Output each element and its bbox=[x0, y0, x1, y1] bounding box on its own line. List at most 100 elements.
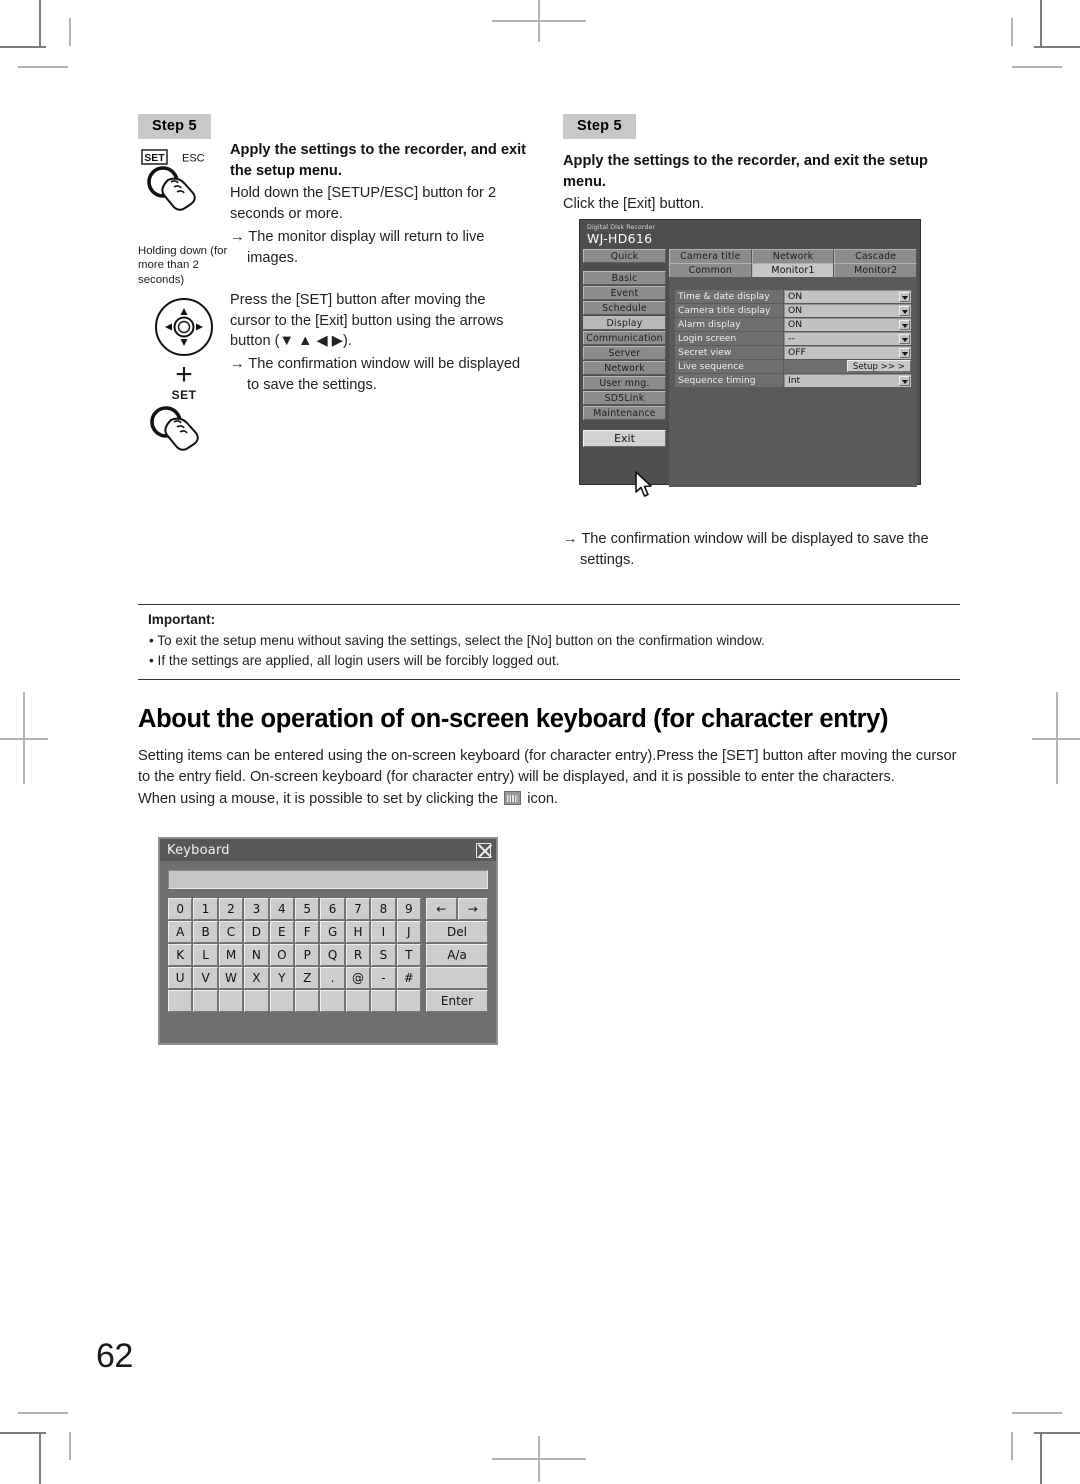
key-blank-8[interactable] bbox=[345, 990, 371, 1012]
setting-row-secret-view: Secret view OFF bbox=[675, 346, 911, 359]
key-3[interactable]: 3 bbox=[244, 898, 269, 920]
chevron-down-icon[interactable] bbox=[899, 376, 910, 386]
keyboard-function-keys: ← → Del A/a Enter bbox=[426, 898, 488, 1012]
key-2[interactable]: 2 bbox=[218, 898, 244, 920]
key-del[interactable]: Del bbox=[426, 921, 488, 943]
key-space[interactable] bbox=[426, 967, 488, 989]
key-d[interactable]: D bbox=[244, 921, 269, 943]
key-4[interactable]: 4 bbox=[269, 898, 294, 920]
key-hash[interactable]: # bbox=[396, 967, 421, 989]
key-blank-2[interactable] bbox=[193, 990, 218, 1012]
setting-dropdown-secret-view[interactable]: OFF bbox=[784, 346, 911, 359]
key-blank-10[interactable] bbox=[396, 990, 421, 1012]
key-hyphen[interactable]: - bbox=[371, 967, 396, 989]
close-icon[interactable] bbox=[476, 842, 491, 858]
key-c[interactable]: C bbox=[218, 921, 244, 943]
setting-dropdown-sequence-timing[interactable]: Int bbox=[784, 374, 911, 387]
key-7[interactable]: 7 bbox=[345, 898, 371, 920]
key-5[interactable]: 5 bbox=[294, 898, 320, 920]
setting-value: -- bbox=[788, 333, 795, 344]
key-a[interactable]: A bbox=[168, 921, 193, 943]
key-8[interactable]: 8 bbox=[371, 898, 396, 920]
key-b[interactable]: B bbox=[193, 921, 218, 943]
tab-monitor2[interactable]: Monitor2 bbox=[834, 263, 918, 277]
key-x[interactable]: X bbox=[244, 967, 269, 989]
key-f[interactable]: F bbox=[294, 921, 320, 943]
key-period[interactable]: . bbox=[320, 967, 345, 989]
left-arrow-icon[interactable]: ← bbox=[426, 898, 457, 920]
tab-common[interactable]: Common bbox=[669, 263, 752, 277]
crop-mark-br-v2 bbox=[1011, 1432, 1013, 1460]
exit-button[interactable]: Exit bbox=[583, 430, 666, 447]
setting-value: ON bbox=[788, 319, 803, 330]
key-w[interactable]: W bbox=[218, 967, 244, 989]
key-enter[interactable]: Enter bbox=[426, 990, 488, 1012]
key-blank-9[interactable] bbox=[371, 990, 396, 1012]
key-k[interactable]: K bbox=[168, 944, 193, 966]
key-p[interactable]: P bbox=[294, 944, 320, 966]
key-g[interactable]: G bbox=[320, 921, 345, 943]
setting-row-sequence-timing: Sequence timing Int bbox=[675, 374, 911, 387]
key-l[interactable]: L bbox=[193, 944, 218, 966]
important-list: • To exit the setup menu without saving … bbox=[138, 631, 960, 672]
crop-mark-bottom-center-h bbox=[492, 1458, 586, 1460]
key-blank-3[interactable] bbox=[218, 990, 244, 1012]
key-6[interactable]: 6 bbox=[320, 898, 345, 920]
sidebar-item-communication[interactable]: Communication bbox=[583, 331, 666, 345]
key-blank-1[interactable] bbox=[168, 990, 193, 1012]
key-i[interactable]: I bbox=[371, 921, 396, 943]
key-u[interactable]: U bbox=[168, 967, 193, 989]
sidebar-item-display[interactable]: Display bbox=[583, 316, 666, 330]
key-q[interactable]: Q bbox=[320, 944, 345, 966]
key-y[interactable]: Y bbox=[269, 967, 294, 989]
keyboard-text-input[interactable] bbox=[168, 870, 488, 889]
sidebar-item-sd5link[interactable]: SD5Link bbox=[583, 391, 666, 405]
key-0[interactable]: 0 bbox=[168, 898, 193, 920]
chevron-down-icon[interactable] bbox=[899, 292, 910, 302]
sidebar-item-maintenance[interactable]: Maintenance bbox=[583, 406, 666, 420]
key-blank-6[interactable] bbox=[294, 990, 320, 1012]
key-case-toggle[interactable]: A/a bbox=[426, 944, 488, 966]
key-m[interactable]: M bbox=[218, 944, 244, 966]
key-t[interactable]: T bbox=[396, 944, 421, 966]
key-h[interactable]: H bbox=[345, 921, 371, 943]
tab-camera-title[interactable]: Camera title bbox=[669, 249, 752, 263]
sidebar-item-quick[interactable]: Quick bbox=[583, 249, 666, 263]
keyboard-icon[interactable] bbox=[504, 790, 522, 805]
key-s[interactable]: S bbox=[371, 944, 396, 966]
crop-mark-tl-h bbox=[0, 46, 46, 48]
setting-dropdown-login-screen[interactable]: -- bbox=[784, 332, 911, 345]
right-arrow-icon[interactable]: → bbox=[457, 898, 488, 920]
sidebar-item-schedule[interactable]: Schedule bbox=[583, 301, 666, 315]
sidebar-item-basic[interactable]: Basic bbox=[583, 271, 666, 285]
chevron-down-icon[interactable] bbox=[899, 306, 910, 316]
key-j[interactable]: J bbox=[396, 921, 421, 943]
chevron-down-icon[interactable] bbox=[899, 348, 910, 358]
sidebar-item-event[interactable]: Event bbox=[583, 286, 666, 300]
live-sequence-setup-button[interactable]: Setup >> > bbox=[846, 360, 911, 372]
key-blank-7[interactable] bbox=[320, 990, 345, 1012]
key-at[interactable]: @ bbox=[345, 967, 371, 989]
key-o[interactable]: O bbox=[269, 944, 294, 966]
tab-monitor1[interactable]: Monitor1 bbox=[751, 263, 835, 277]
chevron-down-icon[interactable] bbox=[899, 334, 910, 344]
sidebar-item-network[interactable]: Network bbox=[583, 361, 666, 375]
sidebar-item-server[interactable]: Server bbox=[583, 346, 666, 360]
key-blank-4[interactable] bbox=[244, 990, 269, 1012]
setting-dropdown-alarm-display[interactable]: ON bbox=[784, 318, 911, 331]
tab-network[interactable]: Network bbox=[751, 249, 835, 263]
setting-dropdown-camera-title-display[interactable]: ON bbox=[784, 304, 911, 317]
sidebar-item-user-mng[interactable]: User mng. bbox=[583, 376, 666, 390]
key-v[interactable]: V bbox=[193, 967, 218, 989]
key-n[interactable]: N bbox=[244, 944, 269, 966]
recorder-header: Digital Disk Recorder WJ-HD616 bbox=[580, 220, 920, 249]
key-r[interactable]: R bbox=[345, 944, 371, 966]
key-9[interactable]: 9 bbox=[396, 898, 421, 920]
key-e[interactable]: E bbox=[269, 921, 294, 943]
key-z[interactable]: Z bbox=[294, 967, 320, 989]
setting-dropdown-time-date-display[interactable]: ON bbox=[784, 290, 911, 303]
tab-cascade[interactable]: Cascade bbox=[834, 249, 918, 263]
key-1[interactable]: 1 bbox=[193, 898, 218, 920]
key-blank-5[interactable] bbox=[269, 990, 294, 1012]
chevron-down-icon[interactable] bbox=[899, 320, 910, 330]
